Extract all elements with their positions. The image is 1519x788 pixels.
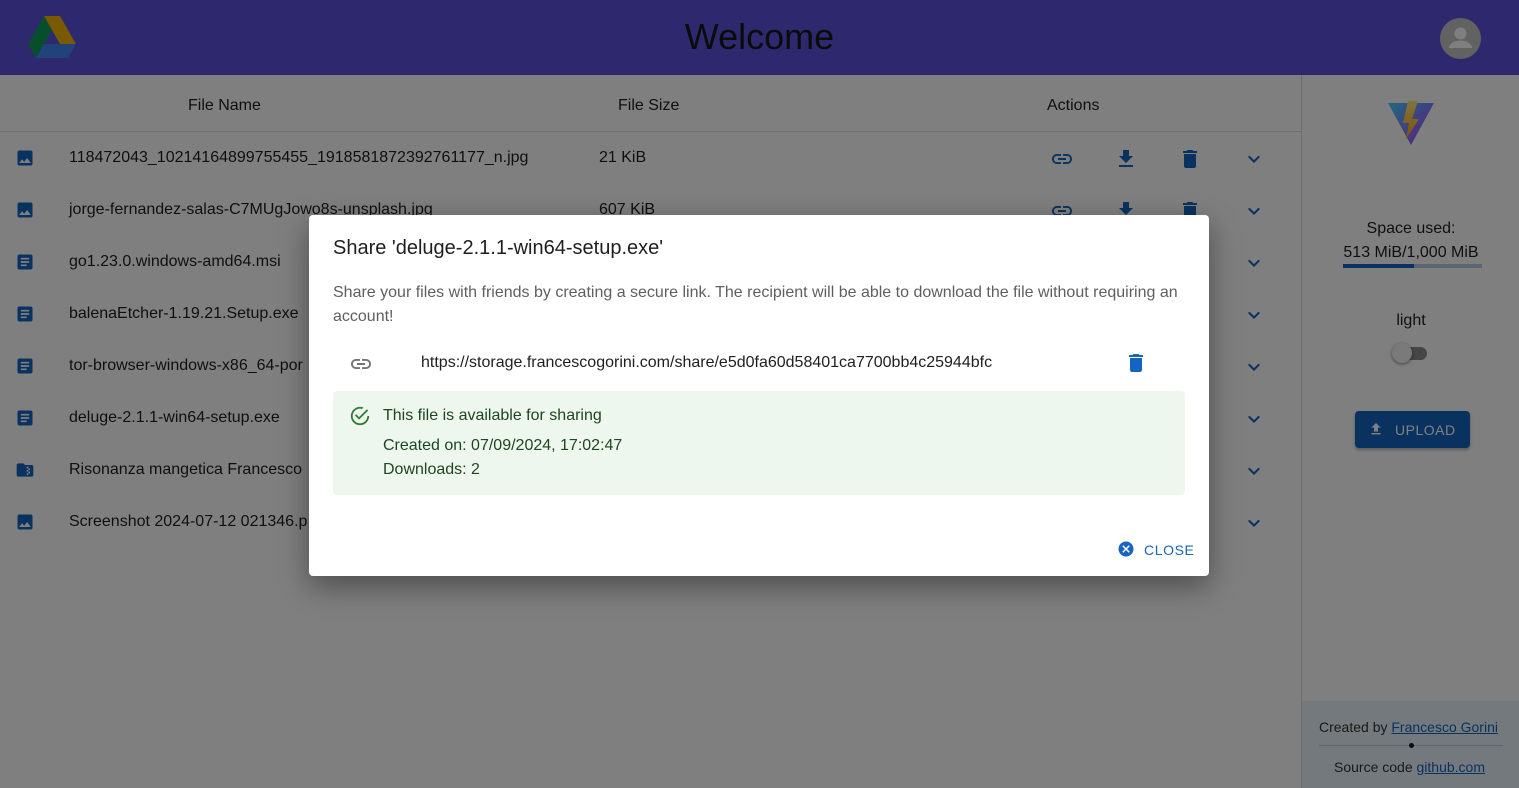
downloads-count: Downloads: 2 [383, 461, 480, 478]
created-on-text: Created on: 07/09/2024, 17:02:47 [383, 437, 623, 454]
close-circle-icon [1118, 541, 1134, 557]
dialog-title: Share 'deluge-2.1.1-win64-setup.exe' [333, 237, 664, 259]
close-label: CLOSE [1144, 542, 1195, 558]
check-circle-icon [350, 406, 370, 426]
dialog-description: Share your files with friends by creatin… [333, 284, 1178, 325]
share-link-url[interactable]: https://storage.francescogorini.com/shar… [421, 354, 992, 372]
close-button[interactable]: CLOSE [1111, 537, 1203, 561]
share-dialog: Share 'deluge-2.1.1-win64-setup.exe' Sha… [309, 215, 1209, 576]
delete-link-icon[interactable] [1124, 351, 1148, 375]
link-icon [351, 359, 371, 369]
share-status-alert: This file is available for sharing Creat… [333, 391, 1185, 495]
alert-title: This file is available for sharing [383, 407, 602, 424]
